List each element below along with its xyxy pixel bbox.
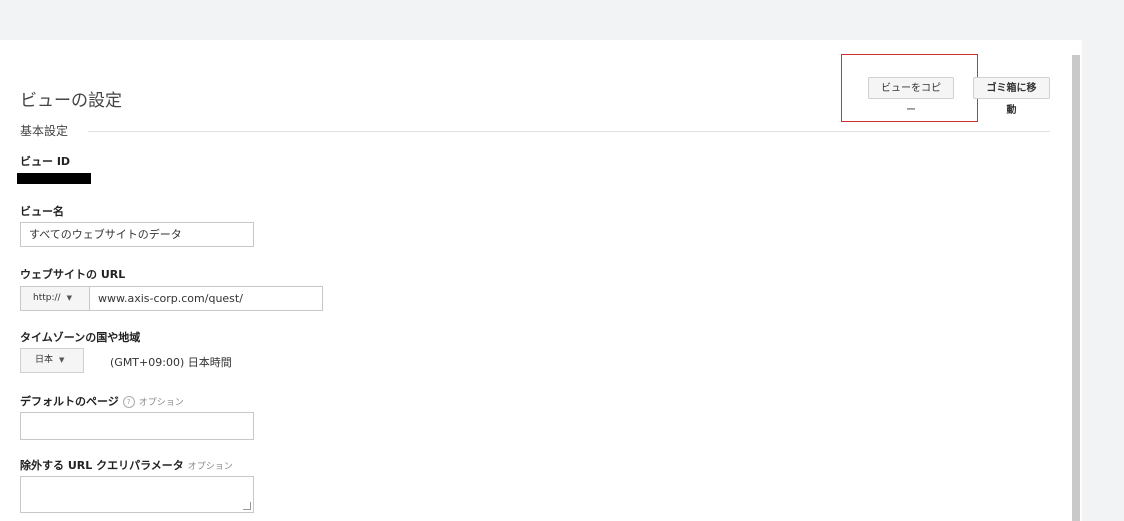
copy-view-button[interactable]: ビューをコピー	[868, 77, 954, 116]
protocol-value: http://	[33, 293, 61, 303]
view-id-redacted	[17, 173, 91, 184]
chevron-down-icon: ▼	[59, 356, 65, 364]
optional-text: オプション	[187, 462, 233, 472]
view-id-label: ビュー ID	[20, 155, 71, 168]
default-page-input[interactable]	[20, 412, 254, 440]
country-value: 日本	[35, 355, 54, 365]
protocol-select[interactable]: http:// ▼	[20, 286, 90, 311]
default-page-label: デフォルトのページ? オプション	[20, 393, 184, 409]
exclude-params-label: 除外する URL クエリパラメータ オプション	[20, 457, 233, 473]
section-header: 基本設定	[20, 124, 69, 138]
scrollbar[interactable]	[1072, 55, 1080, 521]
timezone-country-select[interactable]: 日本 ▼	[20, 348, 84, 373]
exclude-params-label-text: 除外する URL クエリパラメータ	[20, 459, 184, 472]
view-name-input[interactable]: すべてのウェブサイトのデータ	[20, 222, 254, 247]
timezone-text: (GMT+09:00) 日本時間	[110, 356, 232, 369]
website-url-label: ウェブサイトの URL	[20, 268, 126, 281]
timezone-label: タイムゾーンの国や地域	[20, 331, 141, 344]
exclude-params-textarea[interactable]	[20, 476, 254, 513]
website-url-input[interactable]: www.axis-corp.com/quest/	[89, 286, 323, 311]
section-divider	[88, 131, 1050, 132]
optional-text: オプション	[138, 398, 184, 408]
page-title: ビューの設定	[20, 91, 122, 112]
view-name-label: ビュー名	[20, 205, 64, 218]
chevron-down-icon: ▼	[66, 294, 72, 302]
resize-handle-icon[interactable]	[243, 502, 251, 510]
move-to-trash-button[interactable]: ゴミ箱に移動	[973, 77, 1050, 116]
default-page-label-text: デフォルトのページ	[20, 395, 119, 408]
help-icon[interactable]: ?	[122, 396, 135, 408]
